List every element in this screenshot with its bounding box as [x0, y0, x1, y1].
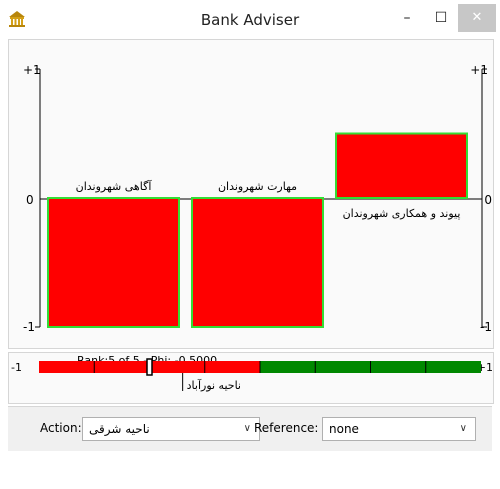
- chevron-down-icon: ∨: [459, 423, 467, 434]
- bar-3: [335, 132, 468, 199]
- phi-marker-handle[interactable]: [146, 358, 153, 376]
- reference-label: Reference:: [254, 421, 319, 435]
- right-tick-label-bottom: -1: [480, 320, 492, 334]
- bar-1: [47, 197, 180, 328]
- action-label: Action:: [40, 421, 82, 435]
- title-bar: Bank Adviser – ☐ ✕: [0, 0, 500, 38]
- bar-label-2: مهارت شهروندان: [218, 180, 297, 193]
- reference-select[interactable]: none ∨: [322, 417, 476, 441]
- right-tick-label-zero: 0: [484, 193, 492, 207]
- maximize-button[interactable]: ☐: [424, 4, 458, 32]
- action-select[interactable]: ناحیه شرقی ∨: [82, 417, 260, 441]
- left-tick-label-top: +1: [23, 63, 41, 77]
- bar-label-1: آگاهی شهروندان: [76, 179, 153, 193]
- reference-marker-label: ناحیه نورآباد: [187, 378, 241, 392]
- right-tick-label-top: +1: [470, 63, 488, 77]
- app-window: Bank Adviser – ☐ ✕ +1 0 -1 +1 0 -1 آگاهی…: [0, 0, 500, 489]
- action-select-value: ناحیه شرقی: [89, 422, 150, 436]
- chart-panel: +1 0 -1 +1 0 -1 آگاهی شهروندان مهارت شهرو…: [8, 39, 494, 349]
- scale-min-label: -1: [11, 361, 22, 374]
- phi-scale: Rank:5 of 5 - Phi: -0,5000 -1 +1 ناحیه ن…: [11, 354, 493, 392]
- close-button[interactable]: ✕: [458, 4, 496, 32]
- bar-chart: +1 0 -1 +1 0 -1 آگاهی شهروندان مهارت شهرو…: [23, 63, 492, 334]
- left-tick-label-zero: 0: [26, 193, 34, 207]
- phi-scale-panel: Rank:5 of 5 - Phi: -0,5000 -1 +1 ناحیه ن…: [8, 352, 494, 404]
- chevron-down-icon: ∨: [243, 423, 251, 434]
- left-tick-label-bottom: -1: [23, 320, 35, 334]
- bar-label-3: پیوند و همکاری شهروندان: [343, 207, 461, 220]
- controls-bar: Action: ناحیه شرقی ∨ Reference: none ∨: [8, 406, 492, 451]
- reference-select-value: none: [329, 422, 359, 436]
- bar-2: [191, 197, 324, 328]
- minimize-button[interactable]: –: [390, 4, 424, 32]
